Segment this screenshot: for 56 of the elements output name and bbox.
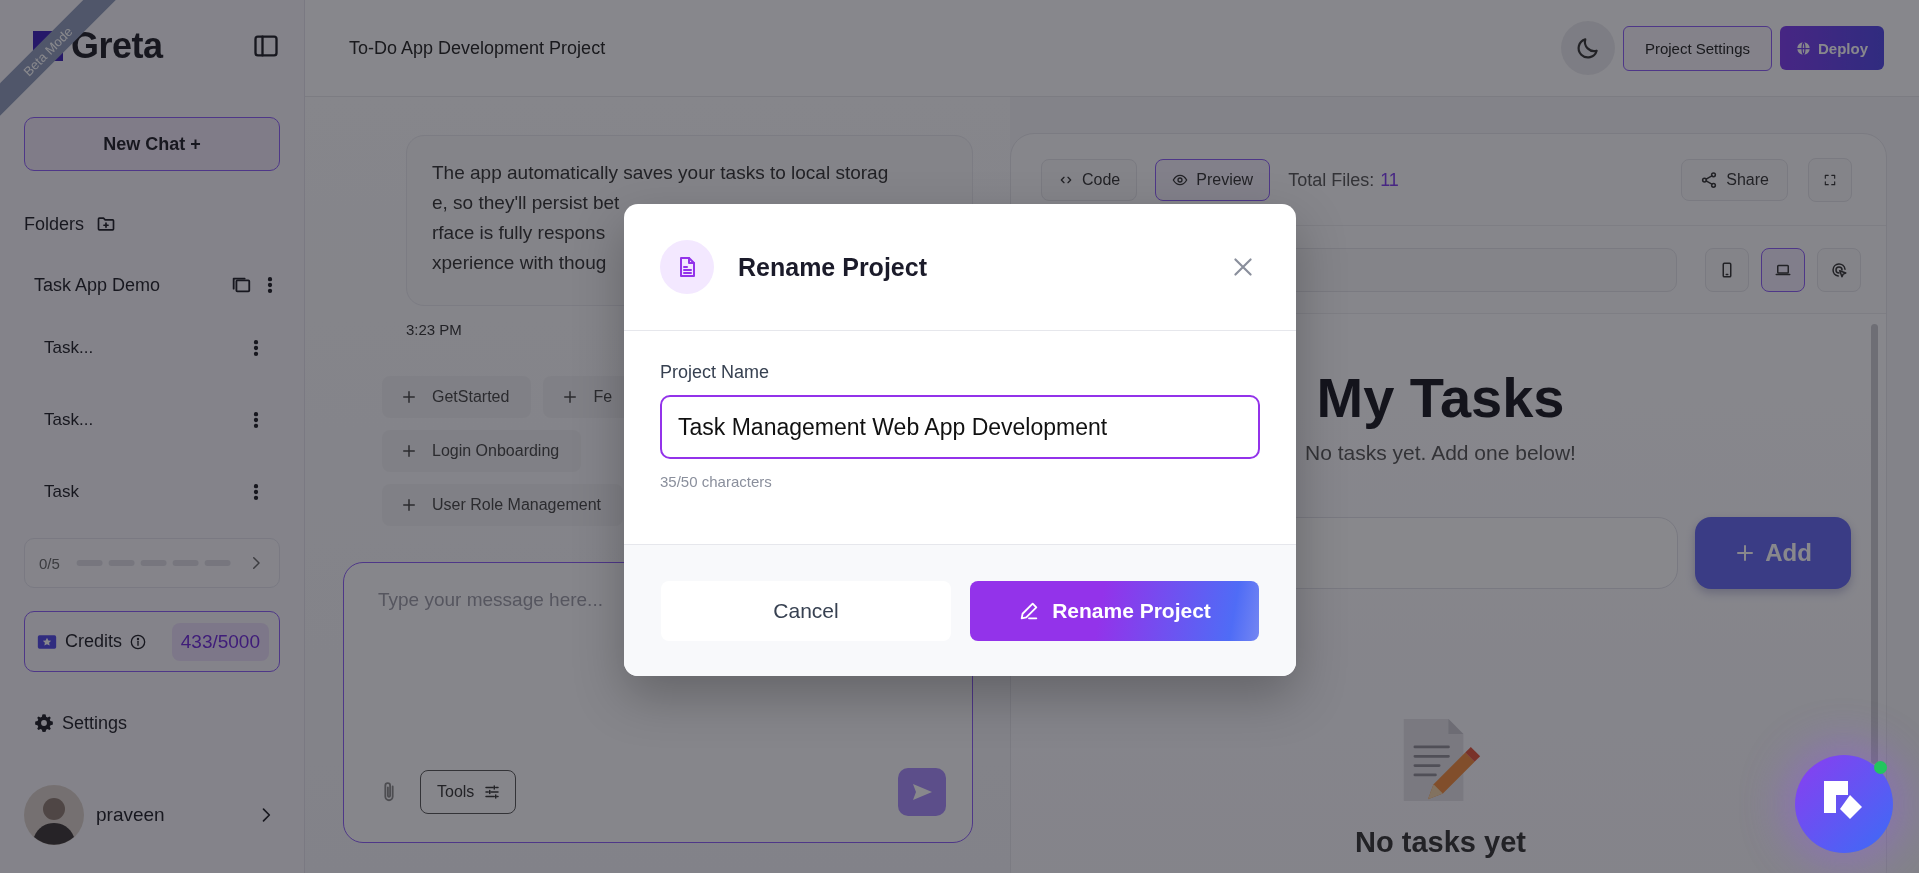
field-label: Project Name <box>660 362 770 383</box>
cursor-target-icon <box>1830 261 1848 279</box>
empty-state-title: No tasks yet <box>1355 826 1526 859</box>
preview-tab[interactable]: Preview <box>1155 159 1271 201</box>
app-heading: My Tasks <box>1316 365 1565 431</box>
message-line: xperience with thoug <box>432 251 607 275</box>
gear-icon <box>34 713 54 733</box>
globe-icon <box>1796 40 1811 56</box>
folder-name[interactable]: Task App Demo <box>34 274 230 296</box>
add-folder-button[interactable] <box>96 214 117 234</box>
chat-item[interactable]: Task <box>44 482 246 502</box>
moon-icon <box>1574 35 1601 61</box>
eye-icon <box>1172 172 1189 188</box>
chat-item[interactable]: Task... <box>44 338 246 358</box>
avatar-icon <box>24 785 84 845</box>
info-icon <box>130 633 146 650</box>
message-line: e, so they'll persist bet <box>432 191 620 215</box>
code-tab[interactable]: Code <box>1041 159 1138 201</box>
project-settings-button[interactable]: Project Settings <box>1622 25 1772 71</box>
project-title: To-Do App Development Project <box>349 37 607 59</box>
add-task-button[interactable]: Add <box>1694 517 1851 589</box>
message-line: rface is fully respons <box>432 221 606 245</box>
mobile-view-button[interactable] <box>1705 248 1749 292</box>
suggestion-chip[interactable]: Login Onboarding <box>382 430 582 472</box>
inspect-view-button[interactable] <box>1817 248 1861 292</box>
tools-button[interactable]: Tools <box>420 770 517 814</box>
settings-link[interactable]: Settings <box>24 710 280 736</box>
app-logo-text: Greta <box>71 25 163 67</box>
share-icon <box>1700 171 1719 189</box>
dialog-title: Rename Project <box>738 252 928 282</box>
folder-plus-icon <box>96 214 117 234</box>
total-files-count: Total Files: 11 <box>1288 169 1399 191</box>
user-name[interactable]: praveen <box>96 804 244 826</box>
character-count: 35/50 characters <box>660 473 772 490</box>
new-chat-button[interactable]: New Chat + <box>24 117 280 171</box>
message-line: The app automatically saves your tasks to local storag <box>432 161 889 185</box>
sliders-icon <box>483 783 502 801</box>
folders-label: Folders <box>24 213 85 235</box>
cancel-button[interactable]: Cancel <box>661 581 951 641</box>
laptop-view-button[interactable] <box>1761 248 1805 292</box>
credits-value: 433/5000 <box>171 622 269 661</box>
suggestion-chip[interactable]: GetStarted <box>382 376 532 418</box>
share-button[interactable]: Share <box>1681 159 1788 201</box>
deploy-button[interactable]: Deploy <box>1780 26 1884 70</box>
progress-count: 0/5 <box>39 554 60 572</box>
message-time: 3:23 PM <box>406 321 462 338</box>
chat-item[interactable]: Task... <box>44 410 246 430</box>
plus-icon <box>400 388 418 406</box>
expand-icon <box>1823 173 1837 187</box>
rename-project-button[interactable]: Rename Project <box>970 581 1259 641</box>
project-name-field[interactable]: Task Management Web App Development <box>660 395 1260 459</box>
plus-icon <box>400 442 418 460</box>
credits-label: Credits <box>65 631 122 652</box>
app-subtitle: No tasks yet. Add one below! <box>1305 441 1576 465</box>
plus-icon <box>400 496 418 514</box>
suggestion-chip[interactable]: User Role Management <box>382 484 623 526</box>
